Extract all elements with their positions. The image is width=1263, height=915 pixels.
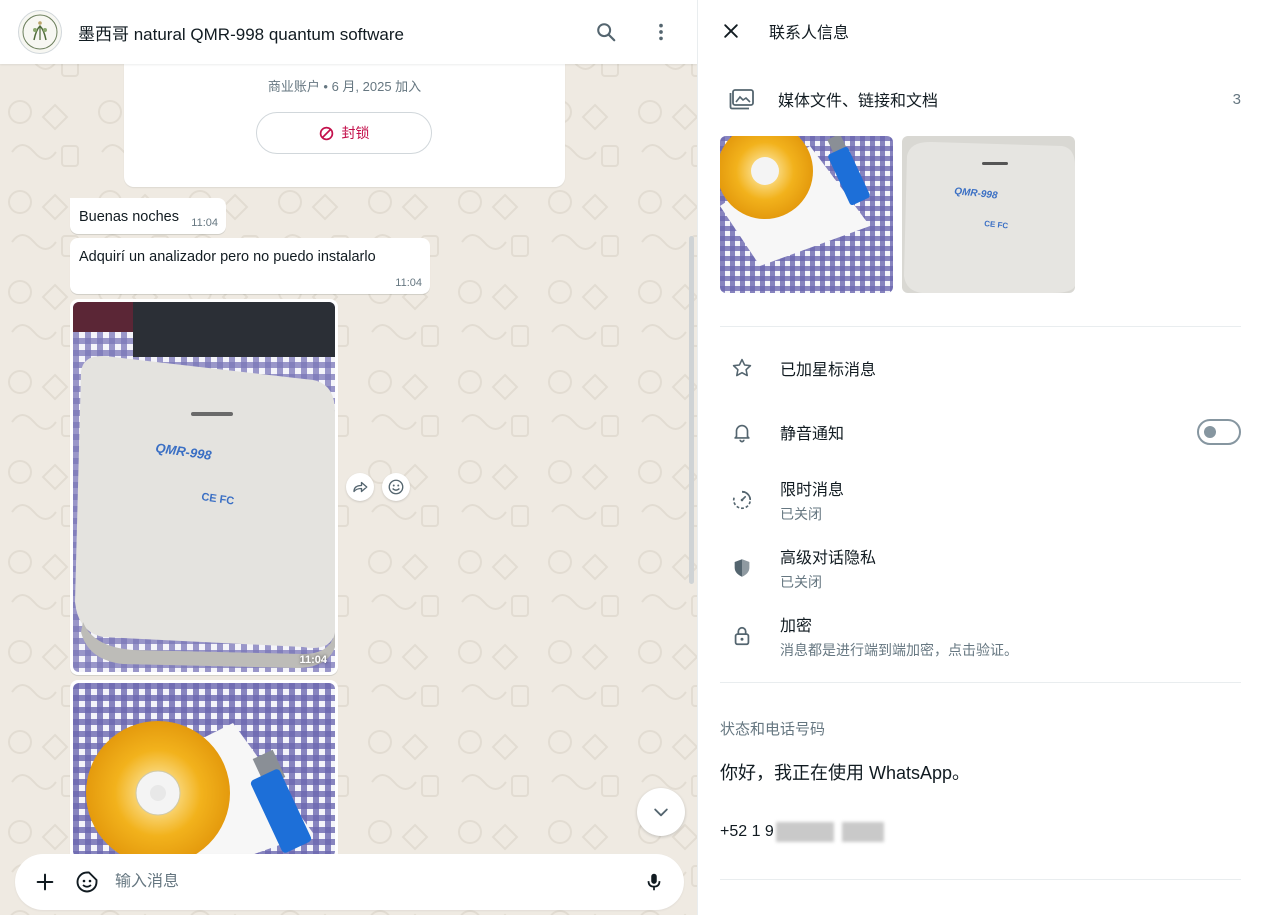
attach-button[interactable] xyxy=(29,866,61,898)
encryption-row[interactable]: 加密 消息都是进行端到端加密，点击验证。 xyxy=(698,613,1263,659)
scroll-to-bottom-button[interactable] xyxy=(637,788,685,836)
mute-label: 静音通知 xyxy=(780,426,845,443)
message-time: 11:04 xyxy=(395,277,422,289)
image-message[interactable]: QMR-998 CE FC 11:04 xyxy=(70,299,338,675)
microphone-icon xyxy=(647,873,661,891)
chat-title[interactable]: 墨西哥 natural QMR-998 quantum software xyxy=(78,20,571,45)
status-text: 你好，我正在使用 WhatsApp。 xyxy=(720,763,971,783)
privacy-status: 已关闭 xyxy=(780,574,822,590)
message-input[interactable] xyxy=(115,873,638,891)
cd-usb-photo xyxy=(73,683,335,857)
encryption-label: 加密 xyxy=(780,618,813,635)
image-time: 11:04 xyxy=(299,654,327,666)
search-button[interactable] xyxy=(586,12,626,52)
device-thumbnail: QMR-998 CE FC xyxy=(902,136,1075,293)
timer-icon xyxy=(732,490,752,510)
message-text: Buenas noches xyxy=(79,209,179,225)
contact-info-pane: 联系人信息 媒体文件、链接和文档 3 QMR-998 CE FC 已加星标消息 … xyxy=(698,0,1263,915)
shield-icon xyxy=(734,559,750,577)
disappearing-messages-row[interactable]: 限时消息 已关闭 xyxy=(698,477,1263,523)
mute-notifications-row[interactable]: 静音通知 xyxy=(698,416,1263,448)
star-icon xyxy=(732,358,752,377)
business-account-subtitle: 商业账户 • 6 月, 2025 加入 xyxy=(267,79,422,94)
device-photo: QMR-998 CE FC xyxy=(73,302,335,672)
disappearing-label: 限时消息 xyxy=(780,482,845,499)
block-button[interactable]: 封锁 xyxy=(256,112,432,154)
chat-scrollbar[interactable] xyxy=(689,236,694,584)
more-vertical-icon xyxy=(659,23,663,41)
redacted-digits xyxy=(775,822,834,842)
redacted-digits xyxy=(841,822,884,842)
message-composer xyxy=(15,854,684,910)
encryption-description: 消息都是进行端到端加密，点击验证。 xyxy=(780,642,1018,658)
divider xyxy=(720,682,1241,683)
block-icon xyxy=(319,126,333,140)
plus-icon xyxy=(36,873,54,891)
disappearing-status: 已关闭 xyxy=(780,506,822,522)
sticker-icon xyxy=(76,871,98,893)
block-label: 封锁 xyxy=(341,125,370,141)
chevron-down-icon xyxy=(654,808,668,817)
sticker-button[interactable] xyxy=(71,866,103,898)
voice-message-button[interactable] xyxy=(638,866,670,898)
divider xyxy=(720,879,1241,880)
contact-avatar[interactable] xyxy=(18,10,62,54)
message-bubble[interactable]: Buenas noches 11:04 xyxy=(70,198,226,234)
image-message[interactable] xyxy=(70,680,338,860)
chat-pane: 墨西哥 natural QMR-998 quantum software 商业账… xyxy=(0,0,697,915)
media-links-docs-row[interactable]: 媒体文件、链接和文档 3 xyxy=(698,78,1263,120)
pane-divider xyxy=(697,0,698,915)
forward-button[interactable] xyxy=(346,473,374,501)
media-count: 3 xyxy=(1232,90,1241,108)
phone-visible-part: +52 1 9 xyxy=(720,823,774,840)
phone-number[interactable]: +52 1 9 xyxy=(720,822,884,842)
media-thumbnail[interactable]: QMR-998 CE FC xyxy=(902,136,1075,293)
privacy-label: 高级对话隐私 xyxy=(780,550,877,567)
divider xyxy=(720,326,1241,327)
lock-icon xyxy=(734,626,750,646)
media-thumbnail[interactable] xyxy=(720,136,893,293)
starred-messages-row[interactable]: 已加星标消息 xyxy=(698,352,1263,384)
media-label: 媒体文件、链接和文档 xyxy=(778,93,939,110)
chat-header: 墨西哥 natural QMR-998 quantum software xyxy=(0,0,697,64)
bell-icon xyxy=(734,424,750,443)
contact-info-title: 联系人信息 xyxy=(769,25,850,42)
cd-usb-thumbnail xyxy=(720,136,893,293)
status-section-title: 状态和电话号码 xyxy=(720,721,826,738)
starred-label: 已加星标消息 xyxy=(780,362,877,379)
close-button[interactable] xyxy=(718,18,744,44)
emoji-icon xyxy=(388,479,404,495)
advanced-privacy-row[interactable]: 高级对话隐私 已关闭 xyxy=(698,545,1263,591)
contact-info-header: 联系人信息 xyxy=(698,0,1263,62)
menu-button[interactable] xyxy=(641,12,681,52)
message-time: 11:04 xyxy=(191,217,218,229)
react-button[interactable] xyxy=(382,473,410,501)
mute-toggle[interactable] xyxy=(1197,419,1241,445)
media-gallery-icon xyxy=(729,89,754,110)
forward-icon xyxy=(353,481,368,493)
business-info-card: 商业账户 • 6 月, 2025 加入 封锁 xyxy=(124,60,565,187)
search-icon xyxy=(597,23,616,42)
close-icon xyxy=(724,24,738,38)
message-text: Adquirí un analizador pero no puedo inst… xyxy=(79,249,376,265)
message-bubble[interactable]: Adquirí un analizador pero no puedo inst… xyxy=(70,238,430,294)
